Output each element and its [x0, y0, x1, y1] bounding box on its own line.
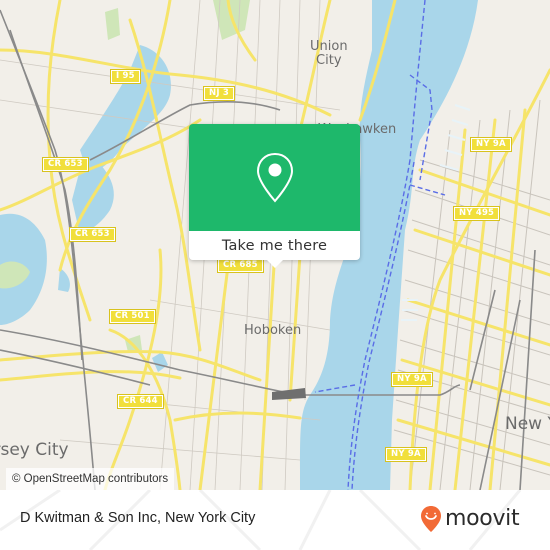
road-shield-i95: I 95: [110, 69, 141, 84]
road-shield-nj3: NJ 3: [203, 86, 235, 101]
road-shield-cr653: CR 653: [69, 227, 116, 242]
moovit-logo[interactable]: moovit: [420, 505, 520, 533]
road-shield-ny9a: NY 9A: [391, 372, 433, 387]
place-name: D Kwitman & Son Inc, New York City: [20, 510, 256, 526]
road-shield-cr653: CR 653: [42, 157, 89, 172]
place-label-union-city: Union City: [310, 39, 348, 68]
moovit-smile-pin-icon: [421, 506, 441, 532]
map-attribution[interactable]: © OpenStreetMap contributors: [6, 468, 175, 490]
footer-bar: D Kwitman & Son Inc, New York City moovi…: [0, 490, 550, 550]
place-label-jersey-city: Jersey City: [0, 440, 69, 460]
map-pin-icon: [256, 152, 293, 202]
road-shield-ny9a: NY 9A: [470, 137, 512, 152]
moovit-wordmark: moovit: [445, 506, 520, 531]
popup-header: [189, 124, 360, 231]
road-shield-cr685: CR 685: [217, 258, 264, 273]
place-label-hoboken: Hoboken: [244, 323, 302, 338]
attribution-text: © OpenStreetMap contributors: [12, 473, 169, 485]
road-shield-ny9a: NY 9A: [385, 447, 427, 462]
place-label-new-york: New York: [505, 414, 550, 434]
popup-pointer: [267, 260, 283, 268]
road-shield-ny495: NY 495: [452, 206, 501, 221]
take-me-there-label: Take me there: [221, 237, 328, 254]
map-view[interactable]: I 95 NJ 3 CR 653 CR 653 CR 685 CR 501 CR…: [0, 0, 550, 490]
take-me-there-button[interactable]: Take me there: [189, 231, 360, 260]
road-shield-cr501: CR 501: [109, 309, 156, 324]
location-popup: Take me there: [189, 124, 360, 268]
road-shield-cr644: CR 644: [117, 394, 164, 409]
